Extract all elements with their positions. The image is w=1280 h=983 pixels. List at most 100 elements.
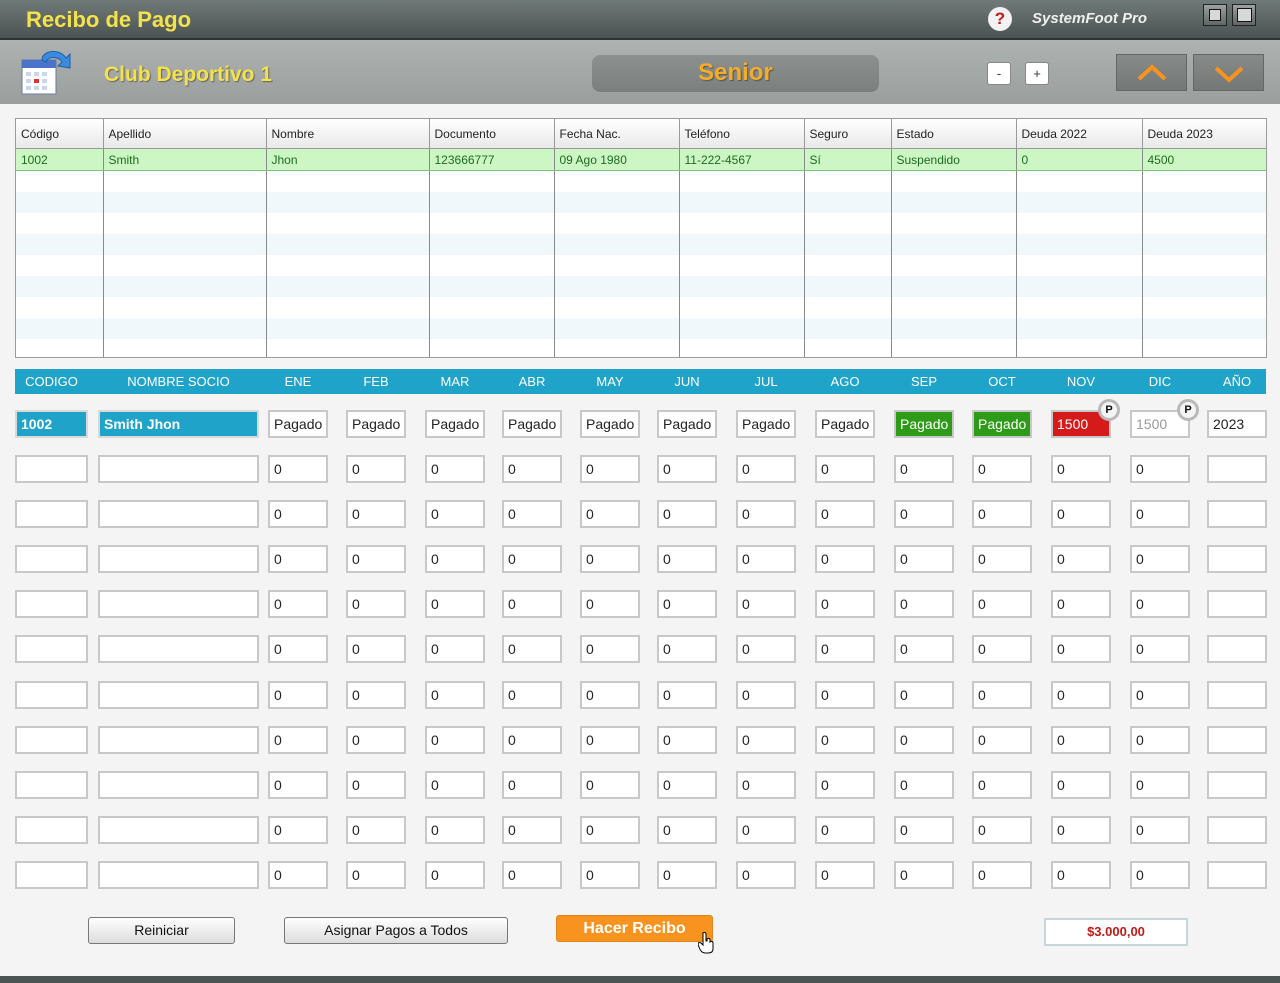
scroll-up-button[interactable] [1116,54,1187,91]
month-field[interactable]: 0 [1051,455,1111,483]
month-field[interactable]: 0 [972,861,1032,889]
member-name-field[interactable] [98,635,259,663]
column-header[interactable]: Fecha Nac. [554,119,680,149]
month-field-jul[interactable]: Pagado [736,410,796,438]
month-field[interactable]: 0 [346,726,406,754]
month-field[interactable]: 0 [894,681,954,709]
column-header[interactable]: Teléfono [679,119,805,149]
year-field[interactable] [1207,726,1267,754]
month-field[interactable]: 0 [736,590,796,618]
month-field[interactable]: 0 [346,635,406,663]
month-field[interactable]: 0 [346,500,406,528]
month-field[interactable]: 0 [268,545,328,573]
month-field[interactable]: 0 [502,455,562,483]
table-row[interactable] [16,297,1266,318]
month-field[interactable]: 0 [502,681,562,709]
month-field[interactable]: 0 [580,635,640,663]
month-field[interactable]: 0 [268,635,328,663]
make-receipt-button[interactable]: Hacer Recibo [556,915,713,942]
year-field[interactable] [1207,590,1267,618]
year-field[interactable] [1207,771,1267,799]
month-field[interactable]: 0 [736,500,796,528]
column-header[interactable]: Deuda 2023 [1142,119,1266,149]
month-field[interactable]: 0 [425,455,485,483]
month-field[interactable]: 0 [502,816,562,844]
year-field[interactable] [1207,681,1267,709]
table-row[interactable]: 1002 Smith Jhon 123666777 09 Ago 1980 11-222-… [16,148,1266,171]
member-name-field[interactable] [98,455,259,483]
month-field[interactable]: 0 [894,771,954,799]
month-field[interactable]: 0 [502,771,562,799]
category-selector[interactable]: Senior [592,55,879,92]
minimize-button[interactable] [1203,4,1227,26]
month-field[interactable]: 0 [815,726,875,754]
column-header[interactable]: Documento [429,119,555,149]
month-field[interactable]: 0 [268,455,328,483]
month-field[interactable]: 0 [1051,545,1111,573]
month-field[interactable]: 0 [502,590,562,618]
month-field[interactable]: 0 [1051,816,1111,844]
month-field-may[interactable]: Pagado [580,410,640,438]
codigo-field[interactable] [15,500,88,528]
member-name-field[interactable]: Smith Jhon [98,410,259,438]
month-field[interactable]: 0 [736,455,796,483]
month-field[interactable]: 0 [657,500,717,528]
codigo-field[interactable] [15,816,88,844]
month-field[interactable]: 0 [346,545,406,573]
month-field[interactable]: 0 [657,455,717,483]
month-field[interactable]: 0 [425,816,485,844]
member-name-field[interactable] [98,681,259,709]
month-field[interactable]: 0 [346,816,406,844]
codigo-field[interactable] [15,590,88,618]
month-field[interactable]: 0 [580,455,640,483]
member-name-field[interactable] [98,726,259,754]
month-field[interactable]: 0 [425,500,485,528]
column-header[interactable]: Estado [891,119,1017,149]
month-field-ene[interactable]: Pagado [268,410,328,438]
month-field[interactable]: 0 [502,545,562,573]
pay-badge-icon[interactable]: P [1177,399,1199,421]
column-header[interactable]: Apellido [103,119,267,149]
year-field[interactable] [1207,816,1267,844]
month-field[interactable]: 0 [972,545,1032,573]
month-field[interactable]: 0 [894,726,954,754]
month-field[interactable]: 0 [736,771,796,799]
month-field[interactable]: 0 [268,726,328,754]
month-field[interactable]: 0 [815,635,875,663]
month-field[interactable]: 0 [657,635,717,663]
table-row[interactable] [16,339,1266,357]
month-field[interactable]: 0 [425,861,485,889]
month-field[interactable]: 0 [1051,726,1111,754]
column-header[interactable]: Deuda 2022 [1016,119,1143,149]
month-field[interactable]: 0 [1130,861,1190,889]
month-field[interactable]: 0 [268,816,328,844]
column-header[interactable]: Nombre [266,119,430,149]
month-field[interactable]: 0 [425,545,485,573]
codigo-field[interactable] [15,681,88,709]
month-field[interactable]: 0 [972,816,1032,844]
table-row[interactable] [16,318,1266,339]
month-field[interactable]: 0 [580,681,640,709]
codigo-field[interactable]: 1002 [15,410,88,438]
column-header[interactable]: Código [16,119,104,149]
month-field[interactable]: 0 [268,590,328,618]
month-field[interactable]: 0 [972,500,1032,528]
year-field[interactable] [1207,635,1267,663]
month-field[interactable]: 0 [425,726,485,754]
month-field[interactable]: 0 [268,861,328,889]
month-field[interactable]: 0 [580,590,640,618]
member-name-field[interactable] [98,861,259,889]
month-field[interactable]: 0 [894,590,954,618]
month-field[interactable]: 0 [1130,771,1190,799]
month-field[interactable]: 0 [657,726,717,754]
month-field[interactable]: 0 [268,681,328,709]
month-field[interactable]: 0 [1130,455,1190,483]
month-field[interactable]: 0 [815,771,875,799]
month-field[interactable]: 0 [657,771,717,799]
month-field[interactable]: 0 [815,500,875,528]
month-field[interactable]: 0 [580,816,640,844]
month-field[interactable]: 0 [815,455,875,483]
month-field[interactable]: 0 [1130,590,1190,618]
month-field[interactable]: 0 [894,500,954,528]
codigo-field[interactable] [15,545,88,573]
